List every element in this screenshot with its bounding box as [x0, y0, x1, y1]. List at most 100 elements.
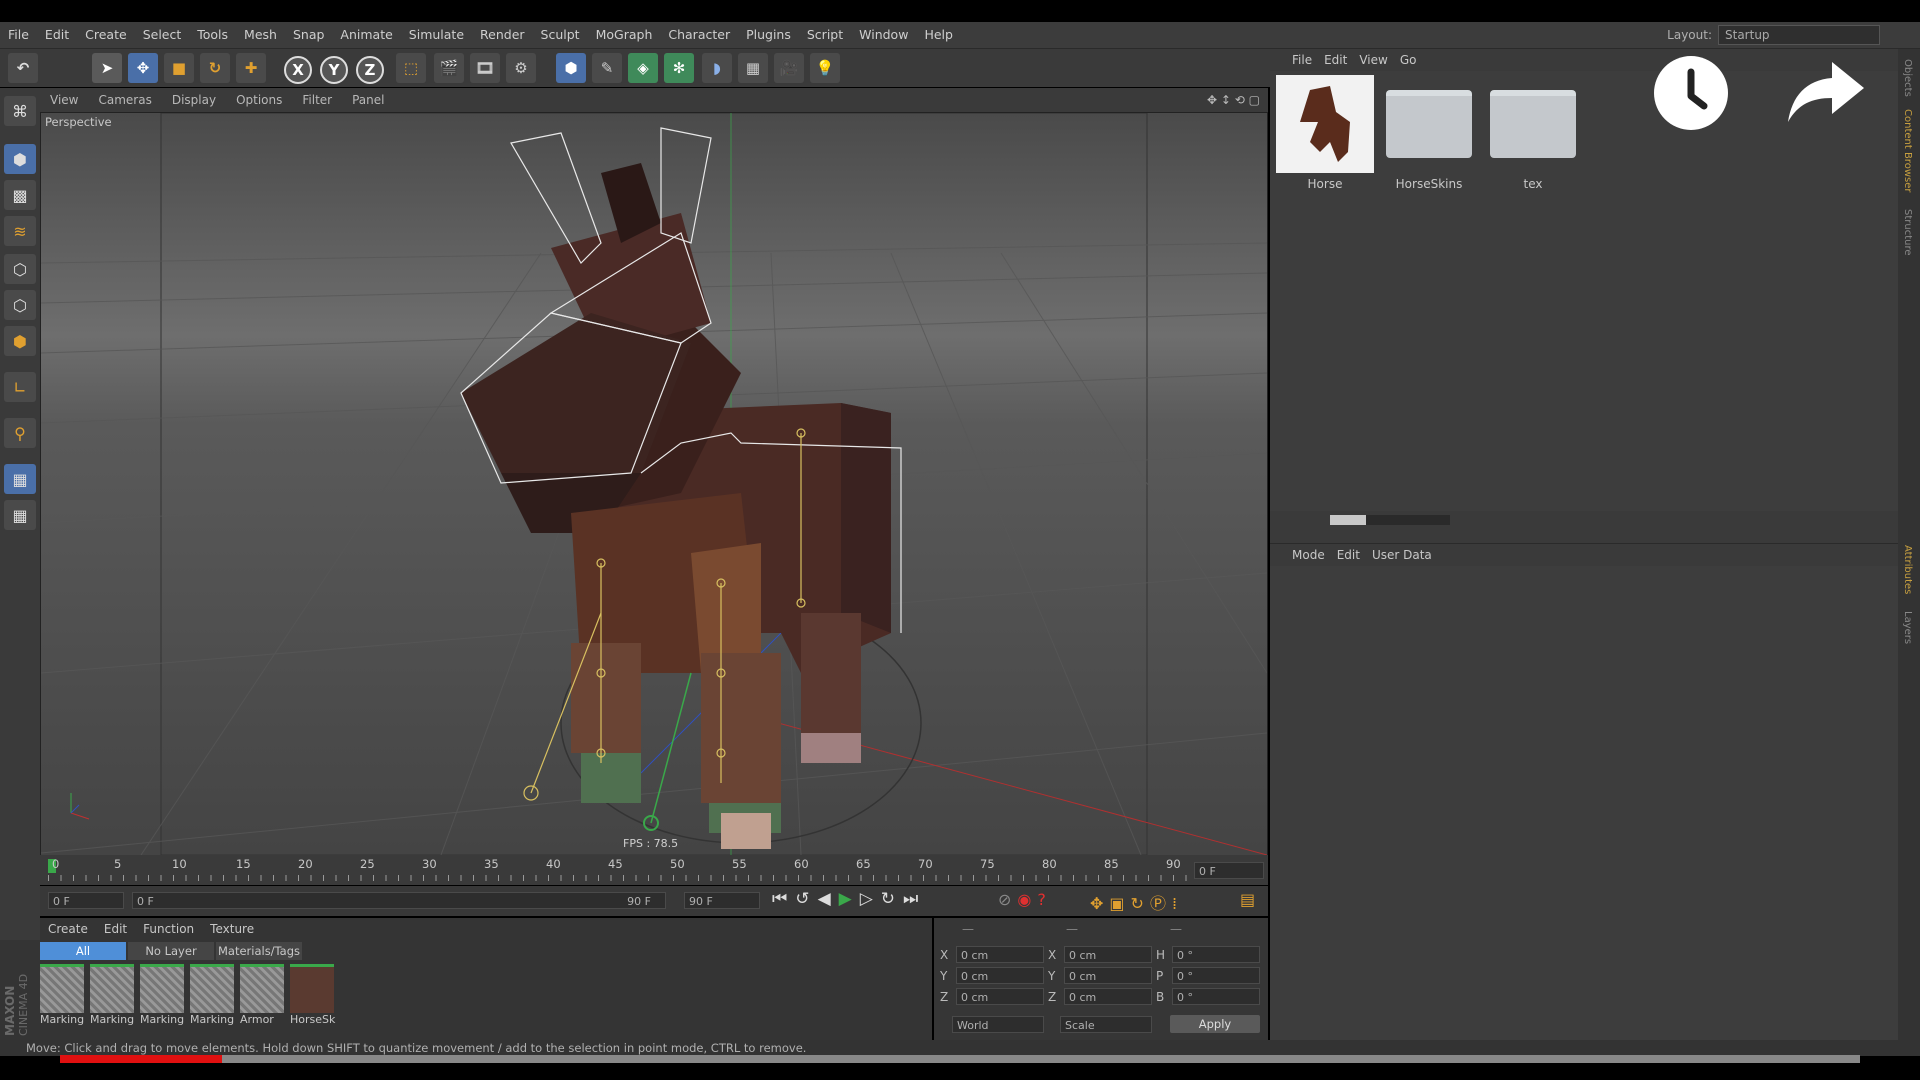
material-swatch[interactable]: Armor — [240, 964, 284, 1026]
range-slider[interactable]: 0 F 90 F — [132, 892, 666, 909]
material-swatch[interactable]: HorseSk — [290, 964, 335, 1026]
3d-viewport[interactable]: Perspective FPS : 78.5 — [40, 112, 1268, 856]
menu-tools[interactable]: Tools — [189, 22, 236, 48]
workplane-mode-icon[interactable]: ≋ — [4, 216, 36, 246]
spline-pen-icon[interactable]: ✎ — [592, 53, 622, 83]
share-arrow-icon[interactable] — [1786, 60, 1866, 126]
attributes-menu-mode[interactable]: Mode — [1270, 548, 1331, 562]
axis-y-button[interactable]: Y — [320, 56, 348, 84]
render-view-icon[interactable]: 🎬 — [434, 53, 464, 83]
menu-help[interactable]: Help — [916, 22, 961, 48]
axis-x-button[interactable]: X — [284, 56, 312, 84]
menu-select[interactable]: Select — [135, 22, 190, 48]
move-tool-icon[interactable]: ✥ — [128, 53, 158, 83]
apply-button[interactable]: Apply — [1170, 1015, 1260, 1033]
texture-mode-icon[interactable]: ▩ — [4, 180, 36, 210]
layout-dropdown[interactable]: Startup — [1718, 25, 1880, 45]
key-pla-icon[interactable]: ⁞ — [1172, 894, 1183, 913]
material-swatch[interactable]: Marking — [140, 964, 184, 1026]
viewport-menu-options[interactable]: Options — [226, 88, 292, 112]
go-to-end-icon[interactable]: ⏭ — [903, 889, 926, 909]
filter-materials-tags[interactable]: Materials/Tags — [216, 942, 302, 960]
render-settings-icon[interactable]: ⚙ — [506, 53, 536, 83]
scale-mode-dropdown[interactable]: Scale — [1060, 1016, 1152, 1033]
attributes-menu-user-data[interactable]: User Data — [1366, 548, 1438, 562]
clock-icon[interactable] — [1654, 56, 1728, 130]
menu-sculpt[interactable]: Sculpt — [533, 22, 588, 48]
edges-mode-icon[interactable]: ⬡ — [4, 290, 36, 320]
menu-snap[interactable]: Snap — [285, 22, 332, 48]
camera-icon[interactable]: 🎥 — [774, 53, 804, 83]
side-tab-structure[interactable]: Structure — [1902, 209, 1913, 256]
undo-icon[interactable]: ↶ — [8, 53, 38, 83]
menu-mograph[interactable]: MoGraph — [588, 22, 661, 48]
material-swatch[interactable]: Marking — [40, 964, 84, 1026]
coordinate-system-icon[interactable]: ⬚ — [396, 53, 426, 83]
cube-primitive-icon[interactable]: ⬢ — [556, 53, 586, 83]
browser-menu-go[interactable]: Go — [1394, 53, 1423, 67]
position-y-field[interactable]: 0 cm — [956, 967, 1044, 984]
coordinate-mode-dropdown[interactable]: World — [952, 1016, 1044, 1033]
browser-item-horseskins[interactable]: HorseSkins — [1380, 75, 1478, 191]
viewport-menu-display[interactable]: Display — [162, 88, 226, 112]
planar-workplane-icon[interactable]: ▦ — [4, 500, 36, 530]
position-x-field[interactable]: 0 cm — [956, 946, 1044, 963]
rotate-tool-icon[interactable]: ↻ — [200, 53, 230, 83]
menu-simulate[interactable]: Simulate — [401, 22, 472, 48]
key-rotation-icon[interactable]: ↻ — [1131, 894, 1150, 913]
filter-all[interactable]: All — [40, 942, 126, 960]
next-frame-icon[interactable]: ▷ — [860, 889, 881, 909]
viewport-menu-filter[interactable]: Filter — [292, 88, 342, 112]
material-swatch[interactable]: Marking — [190, 964, 234, 1026]
menu-animate[interactable]: Animate — [332, 22, 400, 48]
key-position-icon[interactable]: ✥ — [1090, 894, 1109, 913]
scale-tool-icon[interactable]: ■ — [164, 53, 194, 83]
viewport-nav-icons[interactable]: ✥ ↕ ⟲ ▢ — [1207, 88, 1260, 112]
play-icon[interactable]: ▶ — [839, 889, 860, 909]
rotation-p-field[interactable]: 0 ° — [1172, 967, 1260, 984]
browser-item-horse[interactable]: Horse — [1276, 75, 1374, 191]
light-icon[interactable]: 💡 — [810, 53, 840, 83]
subdivision-surface-icon[interactable]: ◈ — [628, 53, 658, 83]
timeline-ruler[interactable]: 0 5 10 15 20 25 30 35 40 45 50 55 60 65 … — [40, 855, 1268, 885]
timeline-track[interactable]: 0 5 10 15 20 25 30 35 40 45 50 55 60 65 … — [48, 857, 1216, 883]
autokey-icon[interactable]: ? — [1037, 890, 1052, 909]
material-menu-texture[interactable]: Texture — [202, 922, 262, 936]
menu-character[interactable]: Character — [660, 22, 738, 48]
rotation-h-field[interactable]: 0 ° — [1172, 946, 1260, 963]
size-z-field[interactable]: 0 cm — [1064, 988, 1152, 1005]
material-menu-edit[interactable]: Edit — [96, 922, 135, 936]
side-tab-content-browser[interactable]: Content Browser — [1902, 109, 1913, 192]
previous-frame-icon[interactable]: ◀ — [818, 889, 839, 909]
video-progress-track[interactable] — [60, 1055, 1860, 1063]
points-mode-icon[interactable]: ⬡ — [4, 254, 36, 284]
menu-plugins[interactable]: Plugins — [738, 22, 799, 48]
size-y-field[interactable]: 0 cm — [1064, 967, 1152, 984]
record-disabled-icon[interactable]: ⊘ — [998, 890, 1017, 909]
render-picture-viewer-icon[interactable]: 🎞 — [470, 53, 500, 83]
thumbnail-size-slider[interactable] — [1330, 515, 1450, 525]
menu-file[interactable]: File — [0, 22, 37, 48]
axis-z-button[interactable]: Z — [356, 56, 384, 84]
viewport-menu-panel[interactable]: Panel — [342, 88, 394, 112]
menu-render[interactable]: Render — [472, 22, 533, 48]
browser-menu-edit[interactable]: Edit — [1318, 53, 1353, 67]
snap-magnet-icon[interactable]: ⚲ — [4, 418, 36, 448]
go-to-start-icon[interactable]: ⏮ — [772, 889, 795, 909]
viewport-menu-cameras[interactable]: Cameras — [88, 88, 161, 112]
side-tab-layers[interactable]: Layers — [1902, 611, 1913, 644]
material-menu-function[interactable]: Function — [135, 922, 202, 936]
deformer-icon[interactable]: ◗ — [702, 53, 732, 83]
rotation-b-field[interactable]: 0 ° — [1172, 988, 1260, 1005]
side-tab-attributes[interactable]: Attributes — [1902, 545, 1913, 594]
model-mode-icon[interactable]: ⬢ — [4, 144, 36, 174]
make-editable-icon[interactable]: ⌘ — [4, 96, 36, 126]
menu-window[interactable]: Window — [851, 22, 916, 48]
attributes-menu-edit[interactable]: Edit — [1331, 548, 1366, 562]
menu-create[interactable]: Create — [77, 22, 135, 48]
loop-icon[interactable]: ↺ — [795, 889, 817, 909]
record-keys-icon[interactable]: ◉ — [1017, 890, 1037, 909]
floor-icon[interactable]: ▦ — [738, 53, 768, 83]
browser-item-tex[interactable]: tex — [1484, 75, 1582, 191]
browser-menu-file[interactable]: File — [1270, 53, 1318, 67]
